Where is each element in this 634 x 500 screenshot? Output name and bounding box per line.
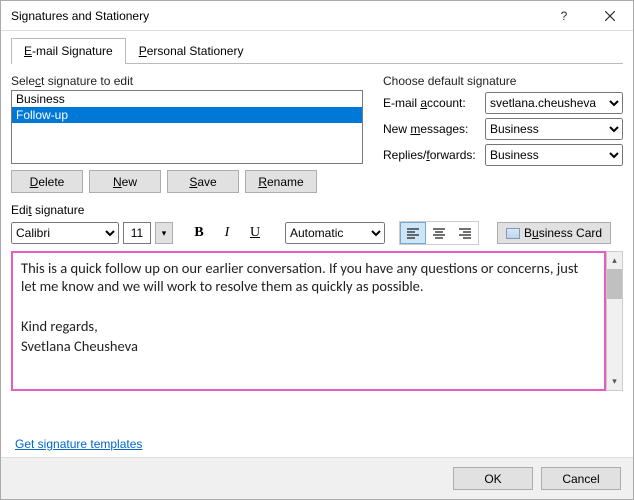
- default-signature-label: Choose default signature: [383, 74, 623, 88]
- editor-text-line: This is a quick follow up on our earlier…: [21, 259, 596, 295]
- signature-item-business[interactable]: Business: [12, 91, 362, 107]
- signature-list[interactable]: Business Follow-up: [11, 90, 363, 164]
- dialog-window: Signatures and Stationery ? E-mail Signa…: [0, 0, 634, 500]
- signature-editor[interactable]: This is a quick follow up on our earlier…: [11, 251, 606, 391]
- replies-forwards-label: Replies/forwards:: [383, 148, 479, 162]
- cancel-button[interactable]: Cancel: [541, 467, 621, 490]
- titlebar: Signatures and Stationery ?: [1, 1, 633, 31]
- editor-scrollbar[interactable]: ▴ ▾: [606, 251, 623, 391]
- tab-strip: E-mail Signature Personal Stationery: [11, 37, 623, 64]
- editor-text-line: Kind regards,: [21, 317, 596, 335]
- editor-text-line: Svetlana Cheusheva: [21, 337, 596, 355]
- edit-signature-label: Edit signature: [11, 203, 623, 217]
- underline-button[interactable]: U: [243, 222, 267, 244]
- help-button[interactable]: ?: [541, 1, 587, 31]
- signature-item-followup[interactable]: Follow-up: [12, 107, 362, 123]
- tab-label: E-mail Signature: [24, 44, 113, 58]
- alignment-group: [399, 221, 479, 245]
- select-signature-label: Select signature to edit: [11, 74, 363, 88]
- tab-personal-stationery[interactable]: Personal Stationery: [126, 38, 257, 64]
- tab-label: Personal Stationery: [139, 44, 244, 58]
- font-size-input[interactable]: [123, 222, 151, 244]
- new-button[interactable]: New: [89, 170, 161, 193]
- rename-button[interactable]: Rename: [245, 170, 317, 193]
- business-card-icon: [506, 228, 520, 239]
- scroll-up-arrow[interactable]: ▴: [607, 252, 622, 269]
- dialog-footer: OK Cancel: [1, 457, 633, 499]
- ok-button[interactable]: OK: [453, 467, 533, 490]
- content-area: E-mail Signature Personal Stationery Sel…: [1, 31, 633, 457]
- editor-wrap: This is a quick follow up on our earlier…: [11, 251, 623, 391]
- business-card-button[interactable]: Business Card: [497, 222, 611, 244]
- email-account-select[interactable]: svetlana.cheusheva: [485, 92, 623, 114]
- close-button[interactable]: [587, 1, 633, 31]
- font-family-select[interactable]: Calibri: [11, 222, 119, 244]
- email-account-label: E-mail account:: [383, 96, 479, 110]
- tab-email-signature[interactable]: E-mail Signature: [11, 38, 126, 64]
- business-card-label: Business Card: [524, 226, 602, 240]
- window-title: Signatures and Stationery: [11, 9, 541, 23]
- align-center-button[interactable]: [426, 222, 452, 244]
- save-button[interactable]: Save: [167, 170, 239, 193]
- new-messages-label: New messages:: [383, 122, 479, 136]
- font-size-dropdown[interactable]: ▾: [155, 222, 173, 244]
- get-templates-link[interactable]: Get signature templates: [11, 429, 623, 457]
- align-right-button[interactable]: [452, 222, 478, 244]
- scroll-thumb[interactable]: [607, 269, 622, 299]
- scroll-down-arrow[interactable]: ▾: [607, 373, 622, 390]
- italic-button[interactable]: I: [215, 222, 239, 244]
- align-left-button[interactable]: [400, 222, 426, 244]
- formatting-toolbar: Calibri ▾ B I U Automatic: [11, 221, 623, 245]
- bold-button[interactable]: B: [187, 222, 211, 244]
- font-color-select[interactable]: Automatic: [285, 222, 385, 244]
- replies-forwards-select[interactable]: Business: [485, 144, 623, 166]
- new-messages-select[interactable]: Business: [485, 118, 623, 140]
- delete-button[interactable]: Delete: [11, 170, 83, 193]
- editor-blank-line: [21, 297, 596, 315]
